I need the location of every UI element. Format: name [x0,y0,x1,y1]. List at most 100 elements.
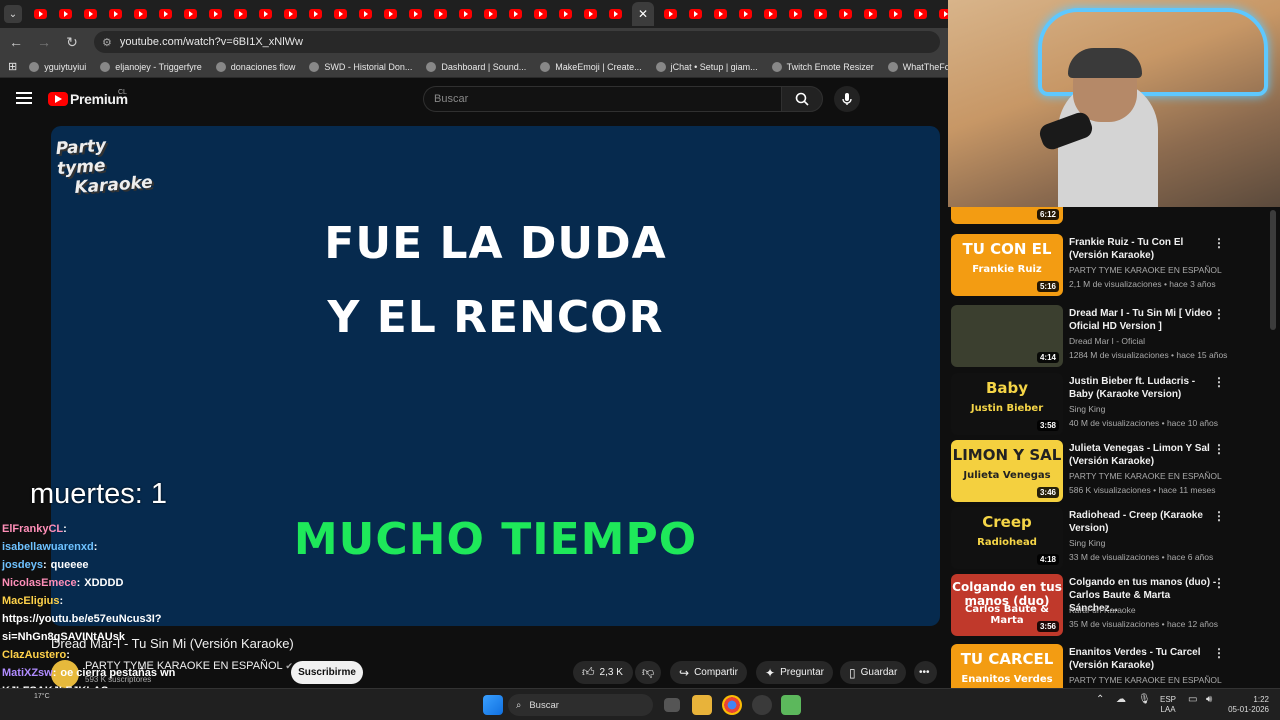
youtube-tab-icon[interactable] [34,9,47,19]
youtube-tab-icon[interactable] [384,9,397,19]
bookmark-item[interactable]: WhatTheFont Font |... [887,61,948,72]
video-thumbnail[interactable]: 6:12 [951,207,1063,224]
bookmark-item[interactable]: SWD - Historial Don... [309,61,412,72]
youtube-tab-icon[interactable] [664,9,677,19]
bookmark-item[interactable]: jChat • Setup | giam... [655,61,758,72]
recommended-title[interactable]: Dread Mar I - Tu Sin Mi [ Video Oficial … [1069,307,1219,333]
youtube-tab-icon[interactable] [889,9,902,19]
youtube-tab-icon[interactable] [764,9,777,19]
youtube-tab-icon[interactable] [334,9,347,19]
obs-icon[interactable] [752,695,772,715]
youtube-tab-icon[interactable] [84,9,97,19]
site-info-icon[interactable]: ⚙ [102,36,112,49]
weather-widget[interactable]: 17°C [34,693,50,700]
forward-icon[interactable]: → [32,34,56,50]
start-icon[interactable] [483,695,503,715]
recommended-video[interactable]: Baby Justin Bieber 3:58 Justin Bieber ft. L… [951,373,1271,435]
search-input[interactable]: Buscar [423,86,781,112]
youtube-tab-icon[interactable] [689,9,702,19]
youtube-tab-icon[interactable] [359,9,372,19]
youtube-tab-icon[interactable] [939,9,948,19]
volume-icon[interactable]: 🔊︎ [1206,695,1212,705]
youtube-tab-icon[interactable] [814,9,827,19]
youtube-tab-icon[interactable] [234,9,247,19]
recommended-video[interactable]: TU CARCEL Enanitos Verdes Enanitos Verdes … [951,644,1271,688]
youtube-tab-icon[interactable] [109,9,122,19]
video-thumbnail[interactable]: Colgando en tus manos (duo) Carlos Baute … [951,574,1063,636]
language-indicator[interactable]: ESP LAA [1160,695,1176,715]
close-tab-icon[interactable]: ✕ [632,2,654,26]
apps-icon[interactable]: ⊞ [8,60,17,73]
bookmark-item[interactable]: yguiytuyiui [29,61,86,72]
recommended-video[interactable]: Colgando en tus manos (duo) Carlos Baute … [951,574,1271,636]
video-thumbnail[interactable]: Baby Justin Bieber 3:58 [951,373,1063,435]
save-button[interactable]: ▯ Guardar [840,661,907,684]
recommended-video[interactable]: 4:14 Dread Mar I - Tu Sin Mi [ Video Ofic… [951,305,1271,367]
video-thumbnail[interactable]: LIMON Y SAL Julieta Venegas 3:46 [951,440,1063,502]
recommended-video[interactable]: LIMON Y SAL Julieta Venegas 3:46 Julieta Ve… [951,440,1271,502]
bookmark-item[interactable]: eljanojey - Triggerfyre [100,61,202,72]
youtube-tab-icon[interactable] [434,9,447,19]
url-field[interactable]: ⚙ youtube.com/watch?v=6BI1X_xNlWw [94,31,940,53]
more-options-icon[interactable]: ⋮ [1213,646,1225,660]
youtube-tab-icon[interactable] [59,9,72,19]
taskbar-search[interactable]: ⌕ Buscar [508,694,653,716]
youtube-tab-icon[interactable] [184,9,197,19]
tray-app-icon[interactable]: ☁ [1116,695,1126,705]
more-options-icon[interactable]: ⋮ [1213,442,1225,456]
more-options-icon[interactable]: ⋮ [1213,576,1225,590]
more-actions-button[interactable]: ••• [914,661,937,684]
recommended-title[interactable]: Justin Bieber ft. Ludacris - Baby (Karao… [1069,375,1219,401]
youtube-tab-icon[interactable] [714,9,727,19]
youtube-tab-icon[interactable] [559,9,572,19]
youtube-tab-icon[interactable] [789,9,802,19]
recommended-video[interactable]: TU CON EL Frankie Ruiz 5:16 Frankie Ruiz - … [951,234,1271,296]
youtube-tab-icon[interactable] [134,9,147,19]
share-button[interactable]: ↪ Compartir [670,661,747,684]
minecraft-icon[interactable] [781,695,801,715]
search-button[interactable] [781,86,823,112]
youtube-tab-icon[interactable] [914,9,927,19]
tray-chevron-icon[interactable]: ⌃ [1096,695,1104,705]
youtube-tab-icon[interactable] [209,9,222,19]
recommended-video[interactable]: Creep Radiohead 4:18 Radiohead - Creep (Kar… [951,507,1271,569]
recommended-title[interactable]: Enanitos Verdes - Tu Carcel (Versión Kar… [1069,646,1219,672]
youtube-tab-icon[interactable] [459,9,472,19]
more-options-icon[interactable]: ⋮ [1213,307,1225,321]
youtube-logo-icon[interactable] [48,92,68,106]
video-thumbnail[interactable]: TU CARCEL Enanitos Verdes [951,644,1063,688]
video-thumbnail[interactable]: TU CON EL Frankie Ruiz 5:16 [951,234,1063,296]
reload-icon[interactable]: ↻ [60,34,84,51]
bookmark-item[interactable]: Twitch Emote Resizer [771,61,874,72]
youtube-tab-icon[interactable] [739,9,752,19]
youtube-tab-icon[interactable] [484,9,497,19]
voice-search-button[interactable] [834,86,860,112]
youtube-tab-icon[interactable] [609,9,622,19]
clock[interactable]: 1:22 05-01-2026 [1225,695,1269,715]
task-view-icon[interactable] [664,698,680,712]
scrollbar[interactable] [1270,210,1276,330]
youtube-tab-icon[interactable] [839,9,852,19]
youtube-tab-icon[interactable] [159,9,172,19]
recommended-title[interactable]: Julieta Venegas - Limon Y Sal (Versión K… [1069,442,1219,468]
youtube-tab-icon[interactable] [534,9,547,19]
youtube-tab-icon[interactable] [284,9,297,19]
more-options-icon[interactable]: ⋮ [1213,375,1225,389]
bookmark-item[interactable]: MakeEmoji | Create... [540,61,642,72]
file-explorer-icon[interactable] [692,695,712,715]
youtube-tab-icon[interactable] [309,9,322,19]
video-thumbnail[interactable]: Creep Radiohead 4:18 [951,507,1063,569]
youtube-tab-icon[interactable] [509,9,522,19]
recommended-title[interactable]: Radiohead - Creep (Karaoke Version) [1069,509,1219,535]
youtube-tab-icon[interactable] [584,9,597,19]
youtube-tab-icon[interactable] [864,9,877,19]
dislike-button[interactable]: 👎︎ [635,661,661,684]
video-thumbnail[interactable]: 4:14 [951,305,1063,367]
youtube-tab-icon[interactable] [259,9,272,19]
tab-search-icon[interactable]: ⌄ [4,5,22,23]
more-options-icon[interactable]: ⋮ [1213,509,1225,523]
youtube-tab-icon[interactable] [409,9,422,19]
recommended-title[interactable]: Frankie Ruiz - Tu Con El (Versión Karaok… [1069,236,1219,262]
tray-mic-icon[interactable]: 🎙︎ [1138,695,1151,705]
like-button[interactable]: 👍︎ 2,3 K [573,661,633,684]
